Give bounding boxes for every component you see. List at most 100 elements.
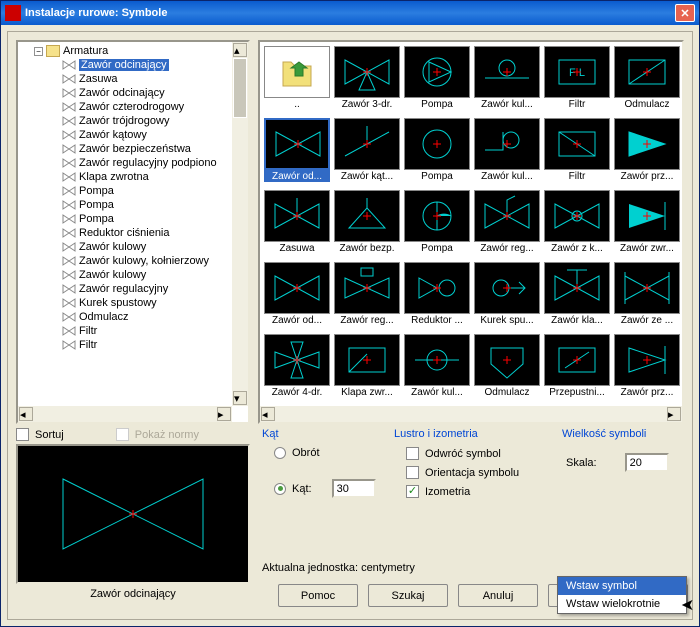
cancel-button[interactable]: Anuluj bbox=[458, 584, 538, 607]
symbol-cell[interactable]: Kurek spu... bbox=[474, 262, 540, 330]
tree-item[interactable]: Kurek spustowy bbox=[34, 296, 248, 310]
close-button[interactable]: ✕ bbox=[675, 4, 695, 22]
scroll-left-button[interactable]: ◂ bbox=[19, 407, 33, 421]
menu-insert-symbol[interactable]: Wstaw symbol bbox=[558, 577, 686, 595]
bowtie-icon bbox=[62, 102, 76, 112]
symbol-label: Zawór ze ... bbox=[614, 314, 680, 326]
tree-item[interactable]: Klapa zwrotna bbox=[34, 170, 248, 184]
tree-item[interactable]: Zawór odcinający bbox=[34, 58, 248, 72]
tree-item[interactable]: Reduktor ciśnienia bbox=[34, 226, 248, 240]
tree-root-item[interactable]: −Armatura bbox=[34, 44, 248, 58]
tree-item[interactable]: Pompa bbox=[34, 198, 248, 212]
symbol-cell[interactable]: Zawór z k... bbox=[544, 190, 610, 258]
symbol-thumbnail bbox=[474, 46, 540, 98]
tree-item[interactable]: Zawór trójdrogowy bbox=[34, 114, 248, 128]
tree-item[interactable]: Pompa bbox=[34, 184, 248, 198]
tree-hscrollbar[interactable]: ◂ ▸ bbox=[18, 406, 232, 422]
symbol-cell[interactable]: Zawór kąt... bbox=[334, 118, 400, 186]
angle-input[interactable]: 30 bbox=[332, 479, 376, 498]
symbol-thumbnail bbox=[264, 46, 330, 98]
symbol-cell[interactable]: Zawór 3-dr. bbox=[334, 46, 400, 114]
scroll-left-button[interactable]: ◂ bbox=[261, 407, 275, 421]
symbol-cell[interactable]: Filtr bbox=[544, 118, 610, 186]
symbol-cell[interactable]: Pompa bbox=[404, 190, 470, 258]
search-button[interactable]: Szukaj bbox=[368, 584, 448, 607]
tree-item[interactable]: Zawór regulacyjny bbox=[34, 282, 248, 296]
tree-item[interactable]: Filtr bbox=[34, 338, 248, 352]
scroll-thumb[interactable] bbox=[233, 58, 247, 118]
tree-item-label: Klapa zwrotna bbox=[79, 171, 149, 183]
tree-item[interactable]: Zawór kątowy bbox=[34, 128, 248, 142]
symbol-thumbnail bbox=[474, 334, 540, 386]
tree-vscrollbar[interactable]: ▴ ▾ bbox=[232, 42, 248, 406]
symbol-cell[interactable]: Zawór reg... bbox=[334, 262, 400, 330]
help-button[interactable]: Pomoc bbox=[278, 584, 358, 607]
bowtie-icon bbox=[62, 60, 76, 70]
folder-icon bbox=[46, 45, 60, 57]
scroll-right-button[interactable]: ▸ bbox=[217, 407, 231, 421]
symbol-label: Zawór kla... bbox=[544, 314, 610, 326]
symbol-cell[interactable]: Zawór kul... bbox=[404, 334, 470, 402]
symbol-cell[interactable]: Odmulacz bbox=[474, 334, 540, 402]
symbol-label: Zawór kul... bbox=[474, 98, 540, 110]
sort-checkbox[interactable] bbox=[16, 428, 29, 441]
tree-item-label: Pompa bbox=[79, 185, 114, 197]
scale-input[interactable]: 20 bbox=[625, 453, 669, 472]
symbol-cell[interactable]: Pompa bbox=[404, 118, 470, 186]
menu-insert-multiple[interactable]: Wstaw wielokrotnie bbox=[558, 595, 686, 613]
tree-item-label: Zasuwa bbox=[79, 73, 118, 85]
tree-item[interactable]: Zawór kulowy, kołnierzowy bbox=[34, 254, 248, 268]
bowtie-icon bbox=[62, 256, 76, 266]
rotate-radio[interactable] bbox=[274, 447, 286, 459]
symbol-cell[interactable]: Odmulacz bbox=[614, 46, 680, 114]
symbol-cell[interactable]: Zawór kul... bbox=[474, 118, 540, 186]
symbol-cell[interactable]: Przepustni... bbox=[544, 334, 610, 402]
angle-radio[interactable] bbox=[274, 483, 286, 495]
symbol-cell[interactable]: Pompa bbox=[404, 46, 470, 114]
collapse-icon[interactable]: − bbox=[34, 47, 43, 56]
grid-hscrollbar[interactable]: ◂ ▸ bbox=[260, 406, 682, 422]
symbol-cell[interactable]: Zawór od... bbox=[264, 262, 330, 330]
tree-item[interactable]: Zawór czterodrogowy bbox=[34, 100, 248, 114]
app-icon bbox=[5, 5, 21, 21]
symbol-cell[interactable]: Zawór bezp. bbox=[334, 190, 400, 258]
symbol-cell[interactable]: .. bbox=[264, 46, 330, 114]
tree-item[interactable]: Zawór kulowy bbox=[34, 268, 248, 282]
symbol-cell[interactable]: Zasuwa bbox=[264, 190, 330, 258]
iso-checkbox[interactable]: ✓ bbox=[406, 485, 419, 498]
symbol-thumbnail bbox=[544, 190, 610, 242]
symbol-cell[interactable]: Reduktor ... bbox=[404, 262, 470, 330]
symbol-cell[interactable]: Klapa zwr... bbox=[334, 334, 400, 402]
symbol-label: Zawór od... bbox=[264, 314, 330, 326]
symbol-cell[interactable]: Zawór ze ... bbox=[614, 262, 680, 330]
symbol-cell[interactable]: Zawór od... bbox=[264, 118, 330, 186]
category-tree[interactable]: −ArmaturaZawór odcinającyZasuwaZawór odc… bbox=[16, 40, 250, 424]
scroll-right-button[interactable]: ▸ bbox=[667, 407, 681, 421]
symbol-cell[interactable]: Zawór 4-dr. bbox=[264, 334, 330, 402]
symbol-cell[interactable]: Zawór kla... bbox=[544, 262, 610, 330]
tree-item[interactable]: Odmulacz bbox=[34, 310, 248, 324]
dialog-window: Instalacje rurowe: Symbole ✕ −ArmaturaZa… bbox=[0, 0, 700, 627]
tree-item[interactable]: Zawór kulowy bbox=[34, 240, 248, 254]
symbol-cell[interactable]: Zawór kul... bbox=[474, 46, 540, 114]
flip-checkbox[interactable] bbox=[406, 447, 419, 460]
tree-item[interactable]: Pompa bbox=[34, 212, 248, 226]
symbol-label: Pompa bbox=[404, 98, 470, 110]
symbol-cell[interactable]: Zawór prz... bbox=[614, 118, 680, 186]
tree-item[interactable]: Filtr bbox=[34, 324, 248, 338]
tree-item[interactable]: Zawór odcinający bbox=[34, 86, 248, 100]
symbol-cell[interactable]: Zawór prz... bbox=[614, 334, 680, 402]
symbol-cell[interactable]: F LFiltr bbox=[544, 46, 610, 114]
tree-item[interactable]: Zasuwa bbox=[34, 72, 248, 86]
orient-checkbox[interactable] bbox=[406, 466, 419, 479]
bowtie-icon bbox=[62, 158, 76, 168]
scroll-up-button[interactable]: ▴ bbox=[233, 43, 247, 57]
bowtie-icon bbox=[62, 130, 76, 140]
symbol-cell[interactable]: Zawór zwr... bbox=[614, 190, 680, 258]
tree-item[interactable]: Zawór bezpieczeństwa bbox=[34, 142, 248, 156]
tree-item[interactable]: Zawór regulacyjny podpiono bbox=[34, 156, 248, 170]
folder-up-icon bbox=[277, 54, 317, 90]
scroll-down-button[interactable]: ▾ bbox=[233, 391, 247, 405]
symbol-cell[interactable]: Zawór reg... bbox=[474, 190, 540, 258]
bowtie-icon bbox=[62, 200, 76, 210]
